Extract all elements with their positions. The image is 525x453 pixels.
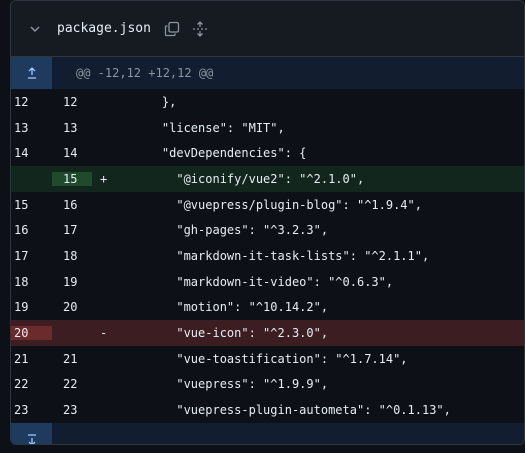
diff-row: 22 22 "vuepress": "^1.9.9", (11, 372, 524, 398)
chevron-down-icon[interactable] (23, 17, 47, 41)
diff-row: 12 12 }, (11, 89, 524, 115)
diff-row-added: 15 + "@iconify/vue2": "^2.1.0", (11, 166, 524, 192)
new-line-number[interactable]: 14 (52, 146, 92, 160)
code-line: "vuepress": "^1.9.9", (133, 377, 329, 392)
old-line-number[interactable]: 20 (11, 326, 52, 341)
diff-row: 17 18 "markdown-it-task-lists": "^2.1.1", (11, 243, 524, 269)
new-line-number[interactable]: 21 (52, 352, 92, 366)
copy-icon[interactable] (161, 18, 183, 40)
old-line-number[interactable]: 22 (11, 377, 52, 391)
file-header: package.json (11, 1, 524, 57)
code-line: "vue-icon": "^2.3.0", (133, 326, 329, 341)
old-line-number[interactable]: 12 (11, 95, 52, 109)
new-line-number[interactable]: 23 (52, 403, 92, 417)
diff-row: 19 20 "motion": "^10.14.2", (11, 295, 524, 321)
diff-row: 16 17 "gh-pages": "^3.2.3", (11, 217, 524, 243)
code-line: "markdown-it-task-lists": "^2.1.1", (133, 248, 430, 263)
code-line: "vue-toastification": "^1.7.14", (133, 351, 408, 366)
new-line-number[interactable]: 18 (52, 249, 92, 263)
unfold-icon[interactable] (189, 18, 211, 40)
code-line: "@vuepress/plugin-blog": "^1.9.4", (133, 197, 422, 212)
old-line-number[interactable]: 15 (11, 198, 52, 212)
new-line-number[interactable]: 19 (52, 275, 92, 289)
new-line-number[interactable]: 15 (52, 171, 92, 186)
new-line-number[interactable]: 16 (52, 198, 92, 212)
diff-row: 14 14 "devDependencies": { (11, 140, 524, 166)
hunk-header: @@ -12,12 +12,12 @@ (11, 57, 524, 89)
footer-fill (52, 423, 524, 444)
new-line-number[interactable]: 17 (52, 223, 92, 237)
code-line: "markdown-it-video": "^0.6.3", (133, 274, 394, 289)
code-line: "devDependencies": { (133, 146, 307, 161)
old-line-number[interactable]: 16 (11, 223, 52, 237)
code-line: }, (133, 94, 177, 109)
hunk-range: @@ -12,12 +12,12 @@ (76, 66, 214, 80)
old-line-number[interactable]: 19 (11, 300, 52, 314)
code-line: "@iconify/vue2": "^2.1.0", (133, 171, 365, 186)
diff-marker: - (100, 326, 108, 341)
code-line: "vuepress-plugin-autometa": "^0.1.13", (133, 403, 451, 418)
diff-row: 15 16 "@vuepress/plugin-blog": "^1.9.4", (11, 192, 524, 218)
new-line-number[interactable]: 20 (52, 300, 92, 314)
old-line-number[interactable]: 17 (11, 249, 52, 263)
old-line-number[interactable]: 14 (11, 146, 52, 160)
diff-row: 18 19 "markdown-it-video": "^0.6.3", (11, 269, 524, 295)
old-line-number[interactable]: 18 (11, 275, 52, 289)
code-line: "gh-pages": "^3.2.3", (133, 223, 329, 238)
diff-rows: 12 12 }, 13 13 "license": "MIT", 14 14 "devDe… (11, 89, 524, 423)
new-line-number[interactable]: 22 (52, 377, 92, 391)
diff-row: 21 21 "vue-toastification": "^1.7.14", (11, 346, 524, 372)
diff-row-deleted: 20 - "vue-icon": "^2.3.0", (11, 320, 524, 346)
code-line: "motion": "^10.14.2", (133, 300, 329, 315)
file-name[interactable]: package.json (57, 21, 151, 36)
diff-row: 23 23 "vuepress-plugin-autometa": "^0.1.1… (11, 397, 524, 423)
diff-marker: + (100, 171, 108, 186)
hunk-footer (11, 422, 524, 444)
old-line-number[interactable]: 13 (11, 121, 52, 135)
diff-row: 13 13 "license": "MIT", (11, 115, 524, 141)
new-line-number[interactable]: 13 (52, 121, 92, 135)
code-line: "license": "MIT", (133, 120, 285, 135)
old-line-number[interactable]: 23 (11, 403, 52, 417)
expand-down-icon[interactable] (11, 422, 52, 444)
expand-up-icon[interactable] (11, 57, 52, 89)
new-line-number[interactable]: 12 (52, 95, 92, 109)
diff-file: package.json @@ -12,12 +12,12 @@ 12 12 },… (10, 0, 525, 445)
old-line-number[interactable]: 21 (11, 352, 52, 366)
